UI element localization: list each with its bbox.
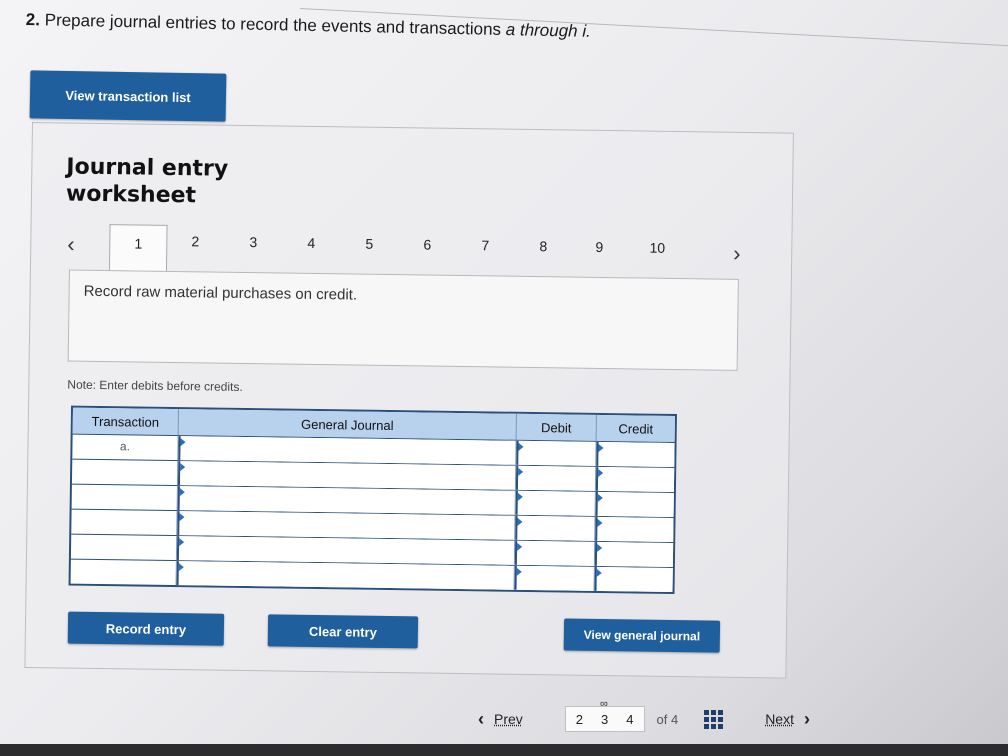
pagination: ‹ Prev 2 3 4 of 4 Next › xyxy=(478,698,868,734)
page-4[interactable]: 4 xyxy=(626,712,633,727)
debit-credit-note: Note: Enter debits before credits. xyxy=(67,377,243,394)
credit-input[interactable] xyxy=(594,541,674,567)
debit-input[interactable] xyxy=(514,565,595,591)
header-general-journal: General Journal xyxy=(178,409,517,440)
transaction-description: Record raw material purchases on credit. xyxy=(67,269,739,371)
tab-8[interactable]: 8 xyxy=(529,238,557,254)
page-numbers: 2 3 4 xyxy=(564,698,645,732)
header-credit: Credit xyxy=(618,420,654,437)
credit-input[interactable] xyxy=(596,441,675,468)
account-select[interactable] xyxy=(178,436,517,465)
account-select[interactable] xyxy=(177,511,516,540)
next-chevron-icon[interactable]: › xyxy=(804,709,810,730)
clear-entry-button[interactable]: Clear entry xyxy=(267,614,419,649)
debit-input[interactable] xyxy=(514,540,596,566)
account-select[interactable] xyxy=(177,486,516,515)
view-transaction-list-button[interactable]: View transaction list xyxy=(29,70,227,122)
worksheet-title: Journal entry worksheet xyxy=(65,154,229,209)
credit-input[interactable] xyxy=(594,566,673,592)
tab-next-arrow-icon[interactable]: › xyxy=(733,241,741,267)
tab-3[interactable]: 3 xyxy=(239,234,267,250)
debit-input[interactable] xyxy=(515,515,596,541)
screen-bezel xyxy=(0,744,1008,756)
debit-input[interactable] xyxy=(515,490,596,516)
credit-input[interactable] xyxy=(595,491,674,517)
question-range: a through i. xyxy=(505,20,592,41)
grid-menu-icon[interactable] xyxy=(704,709,724,729)
question-prompt: 2. Prepare journal entries to record the… xyxy=(26,10,591,42)
header-debit: Debit xyxy=(516,413,597,441)
transaction-cell xyxy=(71,484,178,511)
page-total: of 4 xyxy=(656,711,679,727)
question-number: 2. xyxy=(25,10,41,30)
tab-6[interactable]: 6 xyxy=(413,236,441,252)
view-general-journal-button[interactable]: View general journal xyxy=(563,618,721,653)
next-link[interactable]: Next xyxy=(765,711,794,727)
debit-input[interactable] xyxy=(516,440,597,466)
credit-input[interactable] xyxy=(595,516,674,542)
account-select[interactable] xyxy=(176,536,516,565)
header-transaction: Transaction xyxy=(72,407,180,436)
page-3-current[interactable]: 3 xyxy=(600,698,608,727)
account-select[interactable] xyxy=(177,461,517,490)
account-select[interactable] xyxy=(176,561,515,590)
tab-5[interactable]: 5 xyxy=(355,236,383,252)
tab-1[interactable]: 1 xyxy=(108,224,168,271)
tab-9[interactable]: 9 xyxy=(585,239,613,255)
prev-link[interactable]: Prev xyxy=(494,711,523,727)
tab-10[interactable]: 10 xyxy=(643,240,671,256)
prev-chevron-icon[interactable]: ‹ xyxy=(478,709,484,730)
tab-4[interactable]: 4 xyxy=(297,235,325,251)
tab-2[interactable]: 2 xyxy=(181,233,209,249)
page-2[interactable]: 2 xyxy=(576,712,583,727)
transaction-cell xyxy=(71,459,179,486)
credit-input[interactable] xyxy=(595,466,675,492)
transaction-cell xyxy=(70,534,178,561)
journal-entry-worksheet-panel: Journal entry worksheet ‹ 1 2 3 4 5 6 7 … xyxy=(24,122,794,679)
transaction-cell xyxy=(70,559,177,586)
journal-table: Transaction General Journal Debit Credit… xyxy=(68,405,677,595)
transaction-cell xyxy=(71,509,178,536)
transaction-cell: a. xyxy=(72,434,179,461)
tab-7[interactable]: 7 xyxy=(471,237,499,253)
record-entry-button[interactable]: Record entry xyxy=(67,611,225,646)
tab-prev-arrow-icon[interactable]: ‹ xyxy=(67,232,75,258)
debit-input[interactable] xyxy=(515,465,597,491)
